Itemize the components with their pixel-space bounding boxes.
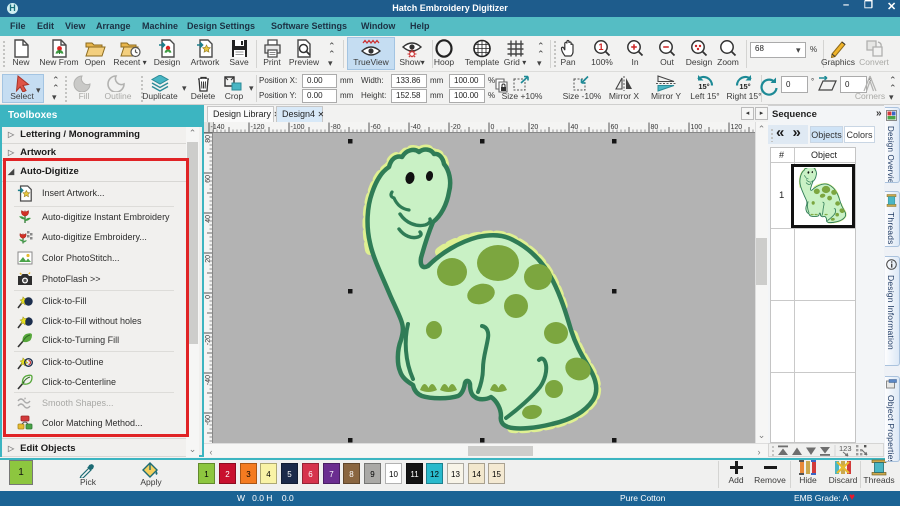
svg-text:15°: 15°: [698, 82, 709, 91]
svg-text:123: 123: [839, 444, 852, 453]
svg-text:15°: 15°: [739, 82, 750, 91]
svg-text:1: 1: [598, 42, 603, 52]
